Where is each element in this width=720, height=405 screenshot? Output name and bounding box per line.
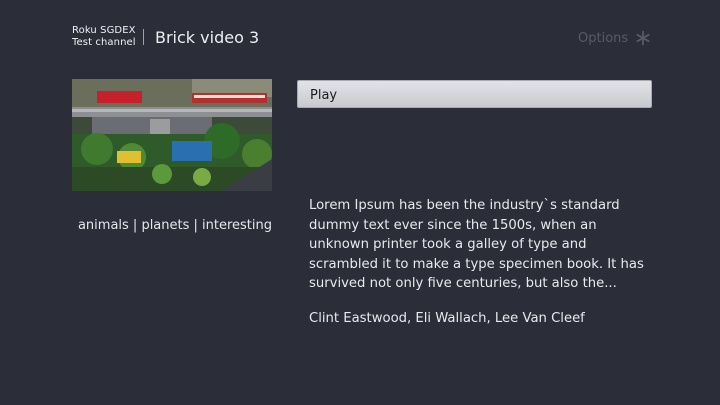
options-label[interactable]: Options: [578, 31, 628, 46]
header-divider: [143, 29, 144, 45]
video-cast: Clint Eastwood, Eli Wallach, Lee Van Cle…: [309, 311, 585, 326]
channel-logo-line2: Test channel: [72, 37, 136, 48]
video-poster: [72, 79, 272, 191]
poster-image: [72, 79, 272, 191]
play-button[interactable]: Play: [297, 80, 652, 108]
asterisk-icon[interactable]: [635, 30, 651, 46]
page-title: Brick video 3: [155, 28, 260, 47]
channel-logo-line1: Roku SGDEX: [72, 25, 136, 36]
video-description: Lorem Ipsum has been the industry`s stan…: [309, 198, 644, 291]
video-tags: animals | planets | interesting: [77, 218, 273, 233]
channel-logo: Roku SGDEX Test channel: [72, 25, 136, 49]
